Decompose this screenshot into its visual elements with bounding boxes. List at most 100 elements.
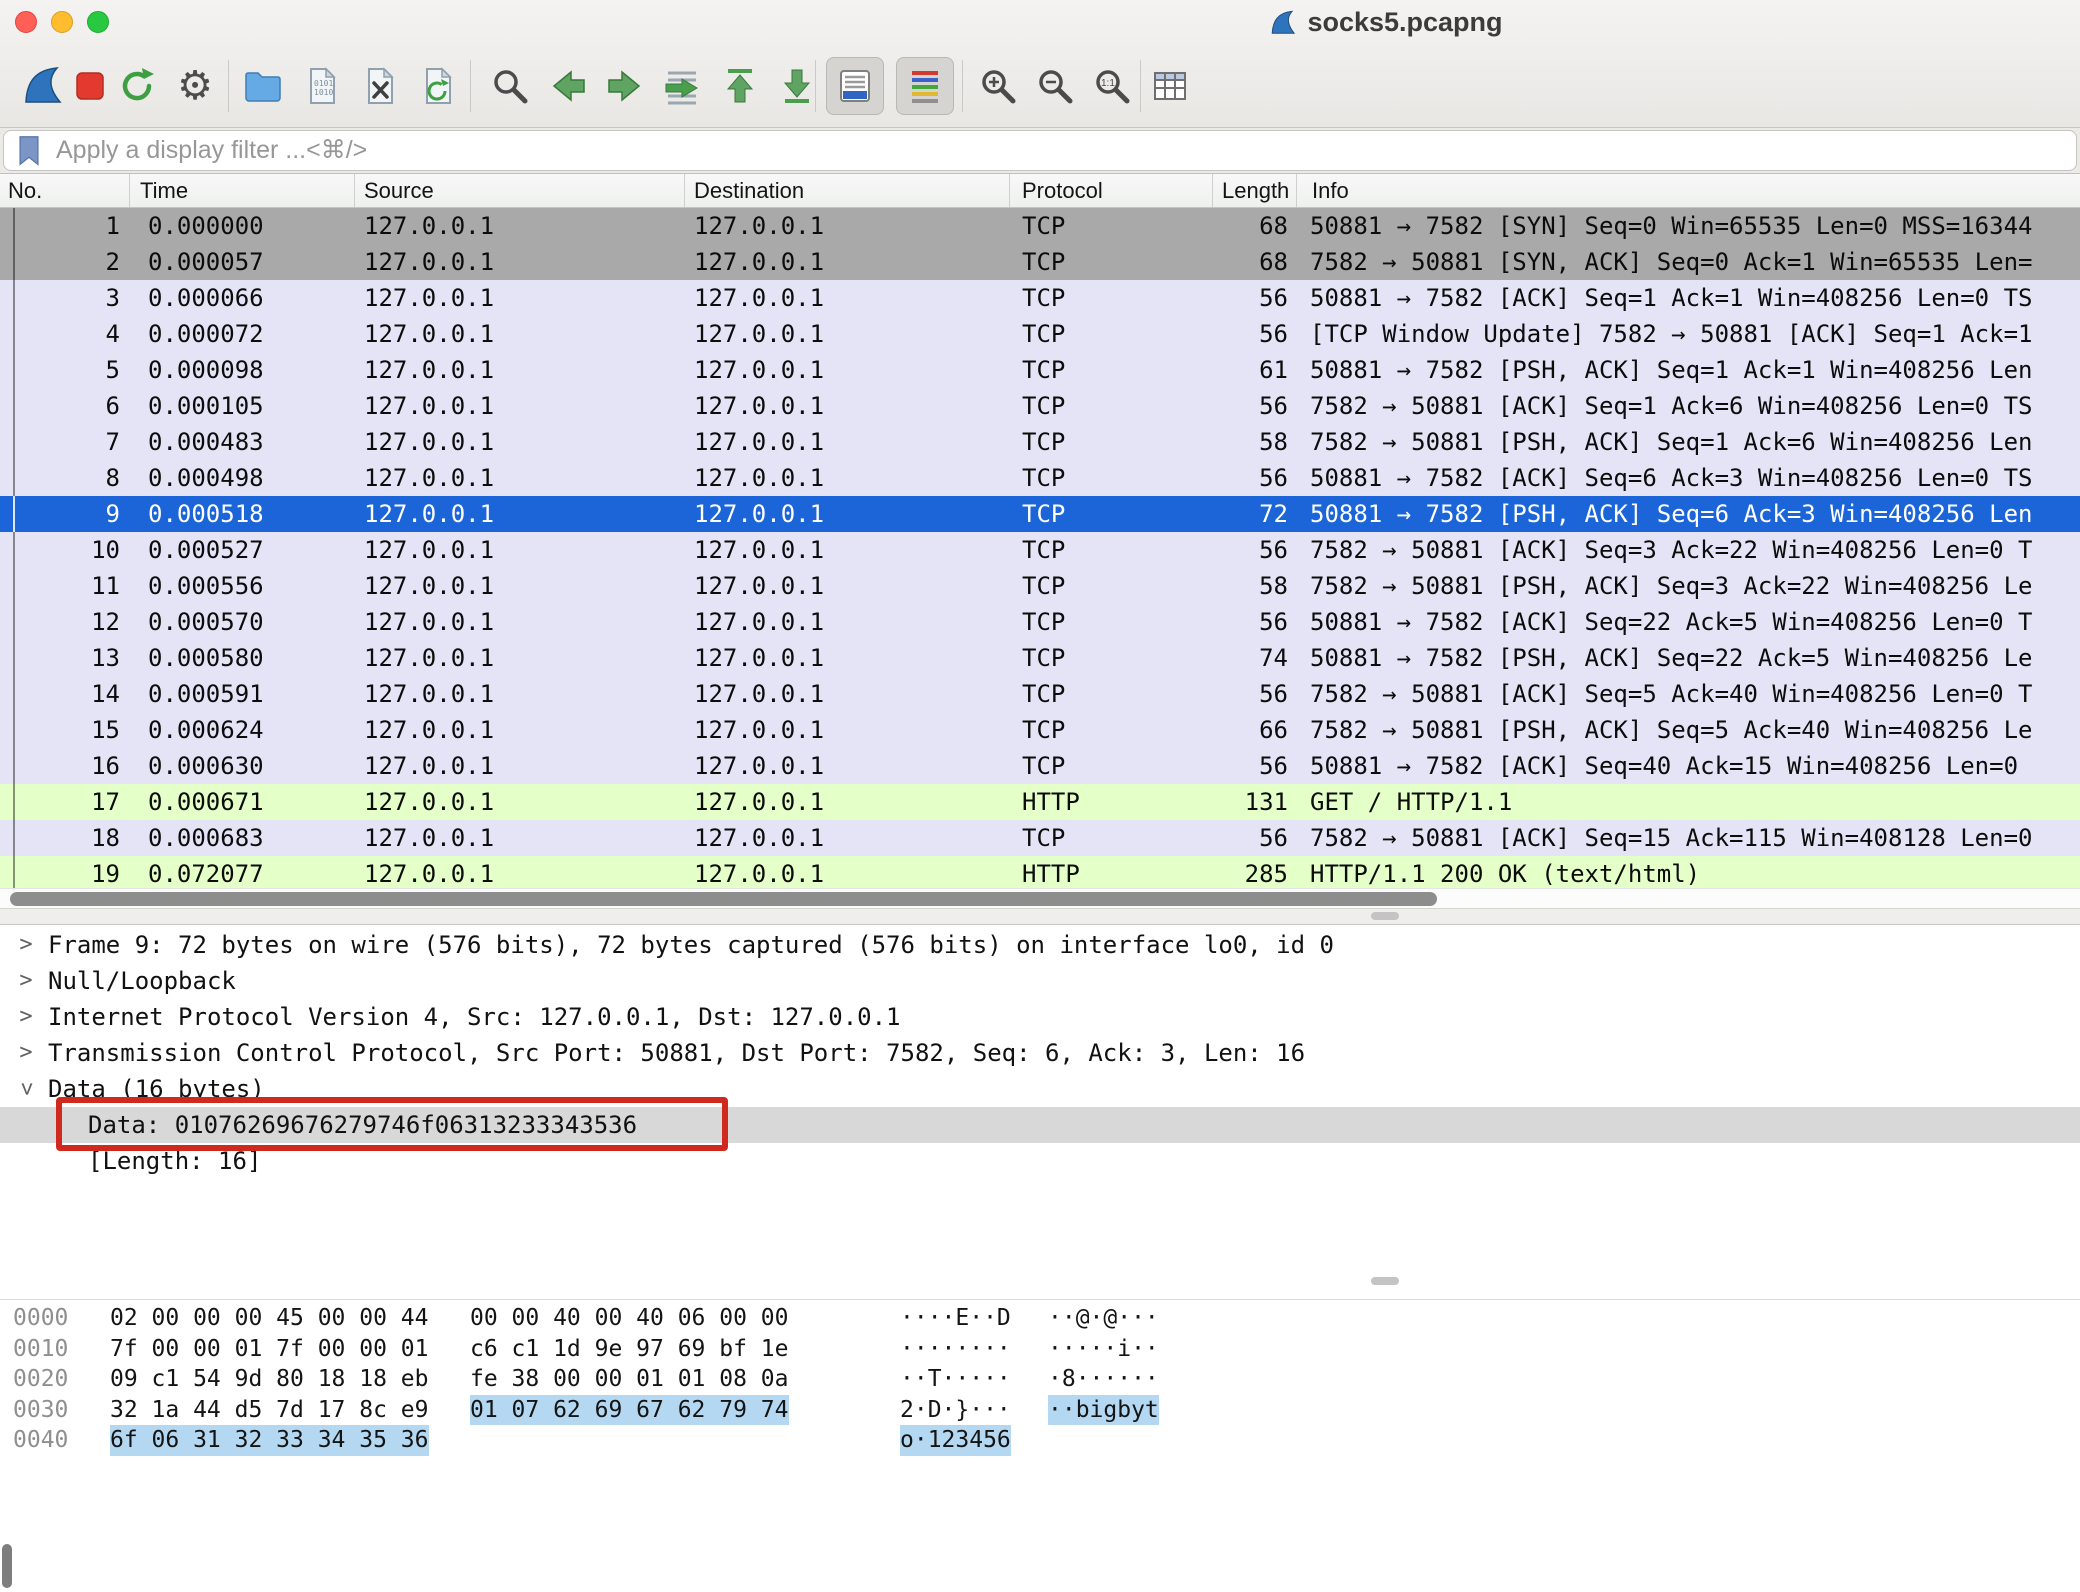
packet-cell-protocol: TCP (1010, 316, 1213, 352)
filter-bookmark-icon[interactable] (16, 135, 42, 167)
zoom-100-button[interactable]: 1:1 (1090, 64, 1134, 108)
packet-row[interactable]: 150.000624127.0.0.1127.0.0.1TCP667582 → … (0, 712, 2080, 748)
packet-row[interactable]: 120.000570127.0.0.1127.0.0.1TCP5650881 →… (0, 604, 2080, 640)
hex-hex2[interactable]: fe 38 00 00 01 01 08 0a (470, 1364, 789, 1395)
collapse-chevron-icon[interactable]: > (8, 1077, 44, 1101)
vertical-scrollbar-thumb[interactable] (2, 1544, 12, 1588)
hex-ascii2[interactable]: ·····i·· (1048, 1334, 1159, 1365)
display-filter-input[interactable] (56, 131, 1656, 170)
packet-row[interactable]: 130.000580127.0.0.1127.0.0.1TCP7450881 →… (0, 640, 2080, 676)
go-last-packet-button[interactable] (775, 64, 819, 108)
go-forward-button[interactable] (603, 64, 647, 108)
packet-cell-no: 19 (0, 856, 130, 892)
column-header-no[interactable]: No. (0, 174, 130, 207)
minimize-window-button[interactable] (51, 11, 73, 33)
packet-row[interactable]: 90.000518127.0.0.1127.0.0.1TCP7250881 → … (0, 496, 2080, 532)
stop-capture-button[interactable] (68, 64, 112, 108)
zoom-out-button[interactable] (1033, 64, 1077, 108)
detail-line[interactable]: >Transmission Control Protocol, Src Port… (0, 1035, 2080, 1071)
hex-hex2[interactable]: 00 00 40 00 40 06 00 00 (470, 1303, 789, 1334)
zoom-window-button[interactable] (87, 11, 109, 33)
detail-line[interactable]: [Length: 16] (0, 1143, 2080, 1179)
hex-hex1[interactable]: 7f 00 00 01 7f 00 00 01 (110, 1334, 429, 1365)
packet-cell-time: 0.072077 (130, 856, 355, 892)
close-file-button[interactable] (358, 64, 402, 108)
go-first-packet-button[interactable] (718, 64, 762, 108)
packet-cell-no: 18 (0, 820, 130, 856)
zoom-in-button[interactable] (976, 64, 1020, 108)
hex-hex1[interactable]: 02 00 00 00 45 00 00 44 (110, 1303, 429, 1334)
detail-lines: >Frame 9: 72 bytes on wire (576 bits), 7… (0, 927, 2080, 1179)
packet-cell-destination: 127.0.0.1 (685, 784, 1010, 820)
column-header-info[interactable]: Info (1297, 174, 2080, 207)
column-header-length[interactable]: Length (1213, 174, 1297, 207)
hex-row: 00107f 00 00 01 7f 00 00 01c6 c1 1d 9e 9… (0, 1334, 2080, 1365)
packet-row[interactable]: 110.000556127.0.0.1127.0.0.1TCP587582 → … (0, 568, 2080, 604)
hex-ascii2[interactable]: ··@·@··· (1048, 1303, 1159, 1334)
open-file-button[interactable] (241, 64, 285, 108)
packet-cell-no: 17 (0, 784, 130, 820)
capture-options-button[interactable]: ⚙ (173, 64, 217, 108)
hscrollbar-thumb[interactable] (10, 892, 1437, 906)
hex-ascii1[interactable]: ········ (900, 1334, 1011, 1365)
packet-row[interactable]: 30.000066127.0.0.1127.0.0.1TCP5650881 → … (0, 280, 2080, 316)
packet-row[interactable]: 60.000105127.0.0.1127.0.0.1TCP567582 → 5… (0, 388, 2080, 424)
hex-hex1[interactable]: 32 1a 44 d5 7d 17 8c e9 (110, 1395, 429, 1426)
hex-ascii1[interactable]: ····E··D (900, 1303, 1011, 1334)
colorize-toggle-button[interactable] (903, 64, 947, 108)
pane-splitter[interactable] (0, 908, 2080, 925)
reload-file-button[interactable] (416, 64, 460, 108)
hex-ascii1[interactable]: 2·D·}··· (900, 1395, 1011, 1426)
packet-row[interactable]: 160.000630127.0.0.1127.0.0.1TCP5650881 →… (0, 748, 2080, 784)
hex-hex2[interactable]: 01 07 62 69 67 62 79 74 (470, 1395, 789, 1426)
packet-cell-destination: 127.0.0.1 (685, 820, 1010, 856)
hex-ascii1[interactable]: o·123456 (900, 1425, 1011, 1456)
detail-line[interactable]: >Data (16 bytes) (0, 1071, 2080, 1107)
expand-chevron-icon[interactable]: > (14, 999, 38, 1035)
packet-row[interactable]: 190.072077127.0.0.1127.0.0.1HTTP285HTTP/… (0, 856, 2080, 892)
hex-rows: 000002 00 00 00 45 00 00 4400 00 40 00 4… (0, 1303, 2080, 1456)
packet-row[interactable]: 10.000000127.0.0.1127.0.0.1TCP6850881 → … (0, 208, 2080, 244)
splitter-grip[interactable] (1371, 912, 1399, 920)
packet-row[interactable]: 170.000671127.0.0.1127.0.0.1HTTP131GET /… (0, 784, 2080, 820)
packet-row[interactable]: 80.000498127.0.0.1127.0.0.1TCP5650881 → … (0, 460, 2080, 496)
wireshark-fin-icon[interactable] (20, 64, 64, 108)
find-packet-button[interactable] (488, 64, 532, 108)
detail-line[interactable]: >Frame 9: 72 bytes on wire (576 bits), 7… (0, 927, 2080, 963)
packet-row[interactable]: 20.000057127.0.0.1127.0.0.1TCP687582 → 5… (0, 244, 2080, 280)
expand-chevron-icon[interactable]: > (14, 963, 38, 999)
packet-row[interactable]: 40.000072127.0.0.1127.0.0.1TCP56[TCP Win… (0, 316, 2080, 352)
packet-cell-info: GET / HTTP/1.1 (1297, 784, 2080, 820)
packet-row[interactable]: 70.000483127.0.0.1127.0.0.1TCP587582 → 5… (0, 424, 2080, 460)
hex-ascii2[interactable]: ·8······ (1048, 1364, 1159, 1395)
column-header-destination[interactable]: Destination (685, 174, 1010, 207)
hex-ascii1[interactable]: ··T····· (900, 1364, 1011, 1395)
packet-row[interactable]: 50.000098127.0.0.1127.0.0.1TCP6150881 → … (0, 352, 2080, 388)
detail-line[interactable]: >Null/Loopback (0, 963, 2080, 999)
expand-chevron-icon[interactable]: > (14, 927, 38, 963)
packet-row[interactable]: 140.000591127.0.0.1127.0.0.1TCP567582 → … (0, 676, 2080, 712)
hex-hex2[interactable]: c6 c1 1d 9e 97 69 bf 1e (470, 1334, 789, 1365)
expand-chevron-icon[interactable]: > (14, 1035, 38, 1071)
packet-cell-no: 12 (0, 604, 130, 640)
splitter-grip[interactable] (1371, 1277, 1399, 1285)
hex-hex1[interactable]: 09 c1 54 9d 80 18 18 eb (110, 1364, 429, 1395)
packet-row[interactable]: 100.000527127.0.0.1127.0.0.1TCP567582 → … (0, 532, 2080, 568)
detail-line[interactable]: >Internet Protocol Version 4, Src: 127.0… (0, 999, 2080, 1035)
hex-hex1[interactable]: 6f 06 31 32 33 34 35 36 (110, 1425, 429, 1456)
column-header-protocol[interactable]: Protocol (1010, 174, 1213, 207)
resize-columns-button[interactable] (1148, 64, 1192, 108)
packet-row[interactable]: 180.000683127.0.0.1127.0.0.1TCP567582 → … (0, 820, 2080, 856)
auto-scroll-toggle-button[interactable] (833, 64, 877, 108)
packet-cell-info: 7582 → 50881 [ACK] Seq=5 Ack=40 Win=4082… (1297, 676, 2080, 712)
column-header-source[interactable]: Source (355, 174, 685, 207)
packet-cell-time: 0.000570 (130, 604, 355, 640)
close-window-button[interactable] (15, 11, 37, 33)
svg-text:1:1: 1:1 (1101, 78, 1115, 89)
hex-ascii2[interactable]: ··bigbyt (1048, 1395, 1159, 1426)
detail-line[interactable]: Data: 01076269676279746f06313233343536 (0, 1107, 2080, 1143)
save-file-button[interactable]: 01011010 (300, 64, 344, 108)
restart-capture-button[interactable] (115, 64, 159, 108)
go-to-packet-button[interactable] (660, 64, 704, 108)
go-back-button[interactable] (546, 64, 590, 108)
